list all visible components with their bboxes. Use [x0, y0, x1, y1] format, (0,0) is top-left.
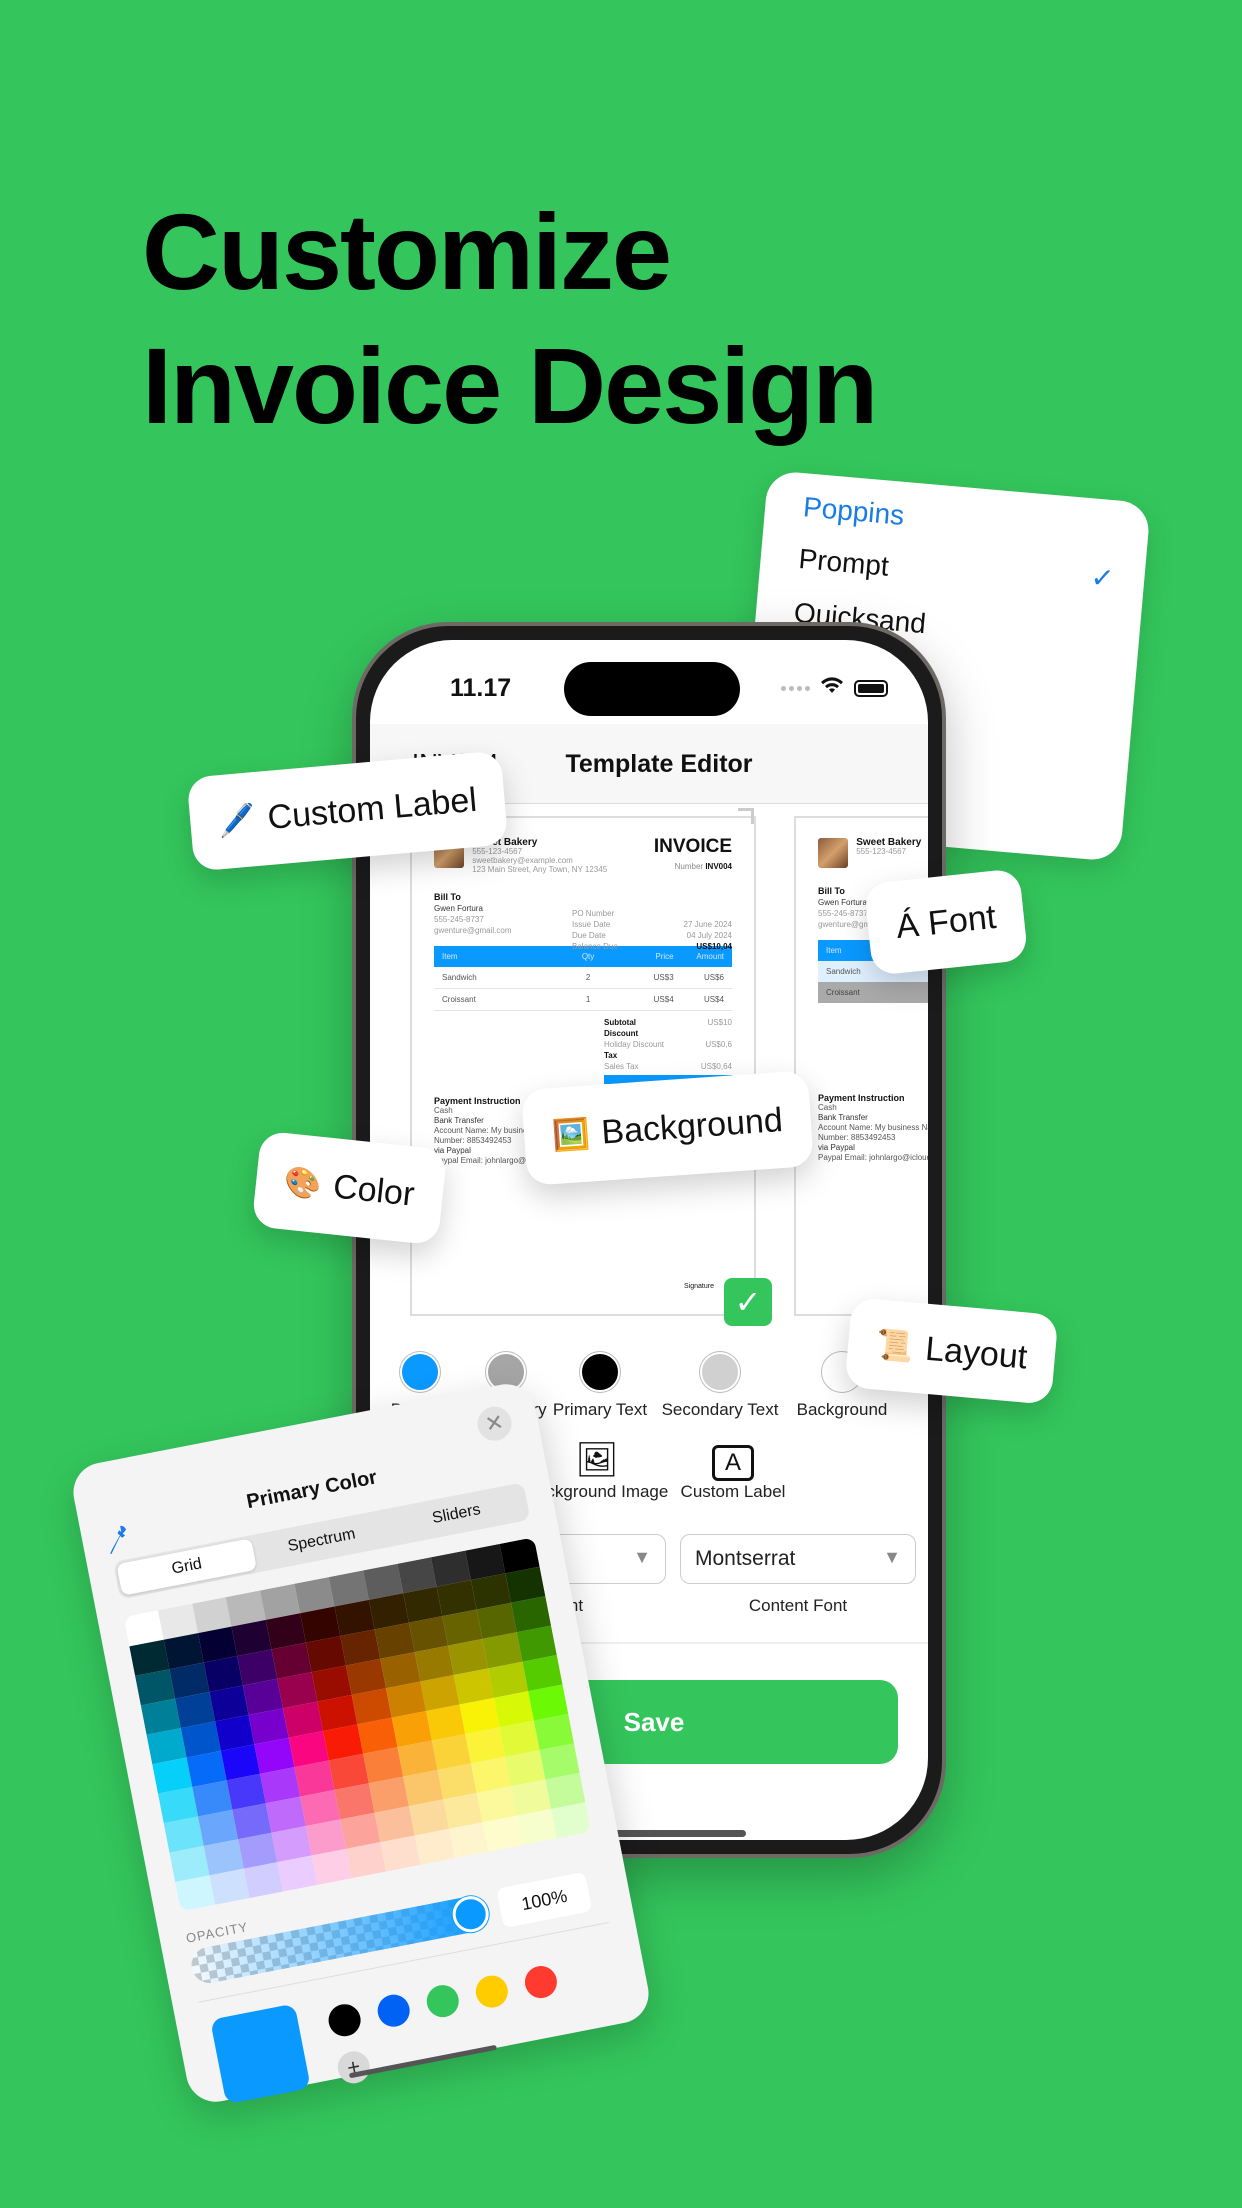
headline-line-2: Invoice Design: [142, 325, 878, 446]
table-row: Sandwich 2 US$3 US$6: [434, 967, 732, 989]
color-grid-cell[interactable]: [380, 1835, 421, 1872]
close-button[interactable]: ✕: [474, 1403, 515, 1444]
invoice-template-1[interactable]: Sweet Bakery 555-123-4567 sweetbakery@ex…: [410, 816, 756, 1316]
color-grid-cell[interactable]: [551, 1802, 592, 1839]
content-font-label: Content Font: [748, 1596, 848, 1615]
swatch-primary-text[interactable]: Primary Text: [540, 1352, 660, 1420]
chip-color: 🎨 Color: [251, 1130, 448, 1246]
chip-layout: 📜 Layout: [844, 1297, 1059, 1405]
chip-font: Á Font: [863, 868, 1029, 976]
business-email: sweetbakery@example.com: [472, 856, 573, 865]
color-grid[interactable]: [123, 1537, 592, 1912]
home-indicator: [348, 2044, 498, 2079]
swatch-dot: [700, 1352, 740, 1392]
table-row: Croissant: [818, 982, 928, 1003]
content-font-select[interactable]: Montserrat ▼: [680, 1534, 916, 1584]
color-grid-cell[interactable]: [277, 1855, 318, 1892]
swatch-dot: [580, 1352, 620, 1392]
selected-check-icon: ✓: [724, 1278, 772, 1326]
status-time: 11.17: [450, 674, 512, 702]
invoice-title: INVOICE: [653, 836, 732, 857]
chip-background: 🖼️ Background: [521, 1070, 814, 1186]
invoice-meta: PO Number Issue Date 27 June 2024 Due Dat…: [572, 909, 732, 951]
invoice-number: Number INV004: [674, 862, 732, 871]
payment-instruction: Payment Instruction Cash Bank Transfer A…: [818, 1093, 928, 1162]
business-phone: 555-123-4567: [472, 847, 523, 856]
dropdown-arrow-icon: ▼: [883, 1547, 901, 1567]
dynamic-island: [564, 662, 740, 716]
battery-icon: [854, 679, 888, 697]
checkmark-icon: ✓: [1089, 561, 1116, 595]
tab-grid[interactable]: Grid: [116, 1538, 258, 1596]
custom-label-button[interactable]: A Custom Label: [658, 1440, 808, 1502]
headline: Customize Invoice Design: [142, 185, 878, 453]
color-grid-cell[interactable]: [448, 1822, 489, 1859]
signature-label: Signature: [684, 1283, 714, 1290]
color-grid-cell[interactable]: [482, 1815, 523, 1852]
color-grid-cell[interactable]: [414, 1828, 455, 1865]
palette-icon: 🎨: [282, 1164, 324, 1202]
swatch-dot: [400, 1352, 440, 1392]
color-grid-cell[interactable]: [243, 1862, 284, 1899]
business-address: 123 Main Street, Any Town, NY 12345: [472, 865, 608, 874]
swatch-secondary-text[interactable]: Secondary Text: [660, 1352, 780, 1420]
font-option-poppins[interactable]: Poppins: [802, 491, 906, 532]
quick-color-swatch[interactable]: [374, 1991, 413, 2030]
selection-corner: [738, 808, 754, 824]
add-color-button[interactable]: +: [334, 2048, 373, 2087]
table-row: Croissant 1 US$4 US$4: [434, 989, 732, 1011]
tab-sliders[interactable]: Sliders: [386, 1486, 527, 1544]
color-grid-cell[interactable]: [175, 1875, 216, 1912]
current-color-preview: [210, 2003, 311, 2105]
tab-spectrum[interactable]: Spectrum: [251, 1512, 392, 1570]
totals: Subtotal US$10 Discount Holiday Discount U…: [604, 1018, 732, 1071]
quick-colors: [325, 1963, 560, 2039]
color-grid-cell[interactable]: [517, 1808, 557, 1846]
color-grid-cell[interactable]: [311, 1848, 352, 1885]
opacity-value[interactable]: 100%: [496, 1871, 593, 1929]
headline-line-1: Customize: [142, 191, 672, 312]
quick-color-swatch[interactable]: [325, 2001, 364, 2039]
status-icons: [781, 676, 888, 700]
opacity-slider[interactable]: [188, 1893, 490, 1987]
quick-color-swatch[interactable]: [423, 1982, 462, 2020]
quick-color-swatch[interactable]: [522, 1963, 560, 2001]
close-icon: ✕: [482, 1409, 506, 1438]
pen-icon: 🖊️: [217, 802, 258, 839]
framed-picture-icon: 🖼️: [551, 1116, 591, 1153]
signal-icon: [781, 685, 810, 691]
wifi-icon: [820, 676, 844, 700]
color-grid-cell[interactable]: [346, 1842, 386, 1879]
scroll-icon: 📜: [874, 1327, 915, 1365]
business-logo: [818, 838, 848, 868]
color-grid-cell[interactable]: [209, 1868, 250, 1905]
quick-color-swatch[interactable]: [473, 1972, 511, 2011]
dropdown-arrow-icon: ▼: [633, 1547, 651, 1567]
text-box-icon: A: [658, 1440, 808, 1482]
font-option-prompt[interactable]: Prompt: [797, 543, 890, 583]
